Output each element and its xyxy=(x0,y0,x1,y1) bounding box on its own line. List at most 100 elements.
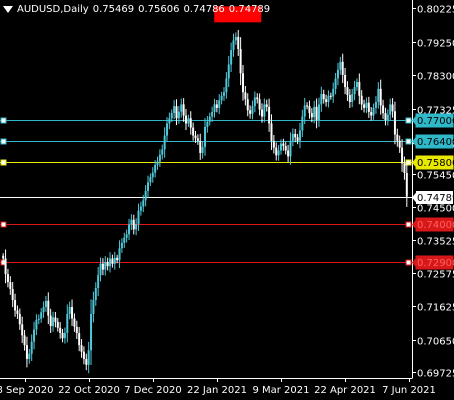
candle-body xyxy=(253,97,256,107)
candle-body xyxy=(284,145,287,151)
candle-body xyxy=(275,147,278,156)
candle-body xyxy=(256,97,259,100)
y-tick-label: 0.73525 xyxy=(417,237,454,248)
candle-body xyxy=(346,87,349,96)
candle-body xyxy=(401,147,404,164)
candle-body xyxy=(220,95,223,101)
level-handle-left xyxy=(0,117,7,124)
y-tick-label: 0.78300 xyxy=(417,72,454,83)
symbol-timeframe: AUDUSD,Daily xyxy=(17,3,89,15)
candle-body xyxy=(109,258,112,267)
candle-body xyxy=(320,94,323,105)
dropdown-triangle-icon[interactable] xyxy=(3,5,13,13)
candle-body xyxy=(147,182,150,191)
candle-body xyxy=(382,105,385,114)
candle-body xyxy=(327,95,330,103)
candle-body xyxy=(322,94,325,100)
candle-body xyxy=(339,61,342,70)
y-tick-label: 0.75450 xyxy=(417,171,454,182)
candle-body xyxy=(225,78,228,93)
x-tick-label: 22 Apr 2021 xyxy=(314,385,376,396)
candle-body xyxy=(239,49,242,74)
candle-body xyxy=(106,261,109,267)
candle-body xyxy=(389,104,392,115)
candle-body xyxy=(137,210,140,224)
candle-body xyxy=(80,345,83,352)
candle-body xyxy=(56,321,59,328)
candle-body xyxy=(158,154,161,162)
candle-body xyxy=(166,123,169,136)
candle-body xyxy=(230,50,233,65)
high-price: 0.75606 xyxy=(138,3,180,15)
candle-body xyxy=(391,104,394,112)
candle-body xyxy=(18,313,21,325)
candle-body xyxy=(170,113,173,119)
candle-body xyxy=(135,223,138,230)
candle-body xyxy=(208,116,211,122)
x-tick-label: 22 Oct 2020 xyxy=(58,385,120,396)
price-chart[interactable]: 0.802250.792500.783000.773250.763500.754… xyxy=(0,0,454,400)
candle-body xyxy=(113,257,116,264)
candle-body xyxy=(54,317,57,322)
y-tick-label: 0.79250 xyxy=(417,39,454,50)
candle-body xyxy=(125,234,128,238)
candle-body xyxy=(215,104,218,108)
candle-body xyxy=(52,317,55,327)
level-handle-right xyxy=(405,138,412,145)
candle-body xyxy=(87,350,90,365)
candle-body xyxy=(40,312,43,319)
candle-body xyxy=(246,99,249,111)
candle-body xyxy=(310,113,313,118)
candle-body xyxy=(332,88,335,97)
candle-body xyxy=(405,172,408,197)
candle-body xyxy=(23,335,26,346)
candle-body xyxy=(142,200,145,207)
candle-body xyxy=(6,274,9,283)
candle-body xyxy=(374,102,377,108)
candle-body xyxy=(85,358,88,365)
candle-body xyxy=(116,257,119,261)
y-tick-label: 0.69725 xyxy=(417,369,454,380)
x-tick-label: 7 Jun 2021 xyxy=(382,385,436,396)
candle-body xyxy=(199,140,202,153)
candle-body xyxy=(118,248,121,261)
candle-body xyxy=(47,300,50,316)
candle-body xyxy=(282,143,285,146)
candle-body xyxy=(163,135,166,150)
candle-body xyxy=(351,94,354,103)
candle-body xyxy=(123,237,126,243)
candle-body xyxy=(196,138,199,141)
level-handle-left xyxy=(0,221,7,228)
y-tick-label: 0.72575 xyxy=(417,270,454,281)
candle-body xyxy=(244,92,247,100)
candle-body xyxy=(14,300,17,311)
candle-body xyxy=(372,107,375,116)
candle-body xyxy=(120,242,123,249)
candle-body xyxy=(104,261,107,270)
candle-body xyxy=(168,118,171,124)
candle-body xyxy=(4,258,7,275)
candle-body xyxy=(263,104,266,117)
candle-body xyxy=(201,147,204,153)
candle-body xyxy=(49,315,52,327)
level-handle-right xyxy=(405,221,412,228)
candle-body xyxy=(151,172,154,178)
candle-body xyxy=(268,106,271,124)
candle-body xyxy=(279,143,282,151)
candle-body xyxy=(251,106,254,114)
candle-body xyxy=(344,74,347,88)
candle-body xyxy=(353,87,356,95)
candle-body xyxy=(377,88,380,103)
candle-body xyxy=(289,140,292,157)
candle-body xyxy=(341,61,344,75)
candle-body xyxy=(180,104,183,112)
candle-body xyxy=(92,300,95,314)
price-tag-label: 0.72900 xyxy=(417,258,454,269)
candle-body xyxy=(360,95,363,105)
y-tick-label: 0.70650 xyxy=(417,337,454,348)
candle-body xyxy=(59,327,62,333)
candle-body xyxy=(398,140,401,148)
candle-body xyxy=(393,111,396,135)
candle-body xyxy=(237,36,240,50)
candle-body xyxy=(227,64,230,79)
